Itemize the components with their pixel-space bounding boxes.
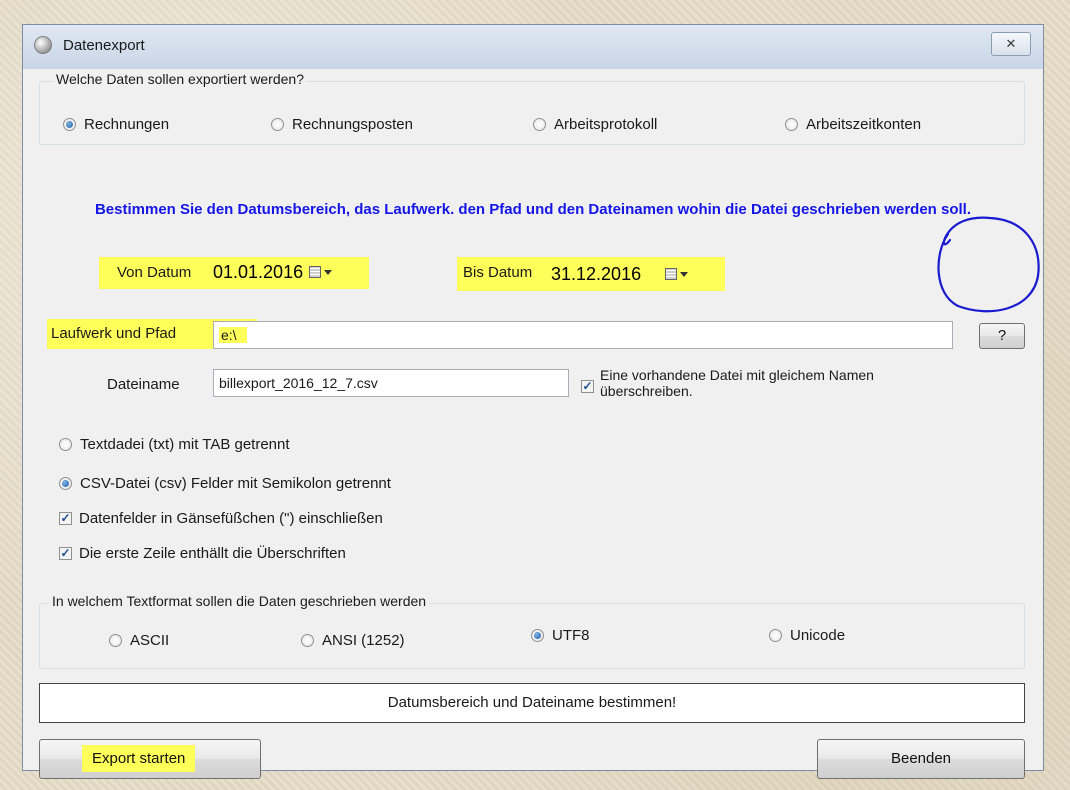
radio-button-indicator (769, 629, 782, 642)
radio-rechnungen[interactable]: Rechnungen (63, 116, 169, 133)
instruction-text: Bestimmen Sie den Datumsbereich, das Lau… (94, 201, 972, 218)
date-to-label: Bis Datum (463, 264, 533, 281)
radio-button-indicator (59, 477, 72, 490)
data-type-legend: Welche Daten sollen exportiert werden? (53, 71, 307, 87)
radio-utf8[interactable]: UTF8 (531, 627, 590, 644)
quit-button[interactable]: Beenden (817, 739, 1025, 779)
radio-label: Arbeitsprotokoll (554, 116, 658, 133)
data-type-group (39, 81, 1025, 145)
encoding-legend: In welchem Textformat sollen die Daten g… (49, 593, 430, 609)
quote-fields-checkbox[interactable]: ✓ Datenfelder in Gänsefüßchen (") einsch… (59, 510, 383, 527)
radio-button-indicator (531, 629, 544, 642)
radio-button-indicator (533, 118, 546, 131)
date-from-label: Von Datum (117, 264, 192, 281)
title-bar: Datenexport ✕ (23, 25, 1043, 69)
overwrite-label-line1: Eine vorhandene Datei mit gleichem Namen (600, 367, 874, 383)
radio-label: Rechnungsposten (292, 116, 413, 133)
checkbox-indicator: ✓ (59, 546, 72, 560)
date-to-picker[interactable]: 31.12.2016 (551, 259, 721, 289)
export-start-label: Export starten (82, 745, 196, 772)
radio-label: ANSI (1252) (322, 632, 405, 649)
app-globe-icon (34, 36, 52, 54)
filename-label: Dateiname (107, 376, 180, 393)
date-from-value: 01.01.2016 (213, 261, 304, 282)
radio-label: Unicode (790, 627, 846, 644)
radio-format-txt[interactable]: Textdadei (txt) mit TAB getrennt (59, 436, 290, 453)
radio-ansi[interactable]: ANSI (1252) (301, 632, 405, 649)
export-start-button[interactable]: Export starten (39, 739, 261, 779)
dialog-body: Welche Daten sollen exportiert werden? R… (23, 69, 1043, 779)
chevron-down-icon[interactable] (324, 269, 333, 275)
radio-label: Rechnungen (84, 116, 170, 133)
overwrite-label-line2: überschreiben. (600, 383, 693, 399)
radio-unicode[interactable]: Unicode (769, 627, 845, 644)
filename-input[interactable]: billexport_2016_12_7.csv (213, 369, 569, 397)
chevron-down-icon[interactable] (680, 271, 689, 277)
date-from-picker[interactable]: 01.01.2016 (213, 257, 365, 287)
radio-arbeitsprotokoll[interactable]: Arbeitsprotokoll (533, 116, 657, 133)
radio-label: ASCII (130, 632, 170, 649)
radio-label: Textdadei (txt) mit TAB getrennt (80, 436, 290, 453)
calendar-icon[interactable] (665, 268, 678, 280)
window-title: Datenexport (63, 37, 145, 54)
radio-label: CSV-Datei (csv) Felder mit Semikolon get… (80, 475, 391, 492)
checkbox-label: Die erste Zeile enthällt die Überschrift… (79, 545, 346, 562)
checkbox-indicator: ✓ (581, 379, 594, 393)
radio-arbeitszeitkonten[interactable]: Arbeitszeitkonten (785, 116, 921, 133)
radio-format-csv[interactable]: CSV-Datei (csv) Felder mit Semikolon get… (59, 475, 391, 492)
radio-button-indicator (785, 118, 798, 131)
annotation-circle (937, 216, 1040, 313)
status-message: Datumsbereich und Dateiname bestimmen! (39, 683, 1025, 723)
radio-button-indicator (271, 118, 284, 131)
path-value: e:\ (219, 327, 247, 343)
dialog-window: Datenexport ✕ Welche Daten sollen export… (22, 24, 1044, 779)
radio-button-indicator (109, 634, 122, 647)
radio-ascii[interactable]: ASCII (109, 632, 169, 649)
radio-label: Arbeitszeitkonten (806, 116, 922, 133)
path-input[interactable]: e:\ (213, 321, 953, 349)
checkbox-indicator: ✓ (59, 511, 72, 525)
date-to-value: 31.12.2016 (551, 263, 642, 284)
path-label: Laufwerk und Pfad (51, 325, 177, 342)
radio-rechnungsposten[interactable]: Rechnungsposten (271, 116, 413, 133)
checkbox-label: Datenfelder in Gänsefüßchen (") einschli… (79, 510, 383, 527)
radio-button-indicator (59, 438, 72, 451)
radio-button-indicator (63, 118, 76, 131)
radio-label: UTF8 (552, 627, 590, 644)
calendar-icon[interactable] (309, 266, 322, 278)
header-row-checkbox[interactable]: ✓ Die erste Zeile enthällt die Überschri… (59, 545, 346, 562)
browse-path-button[interactable]: ? (979, 323, 1025, 349)
radio-button-indicator (301, 634, 314, 647)
close-button[interactable]: ✕ (991, 32, 1031, 56)
